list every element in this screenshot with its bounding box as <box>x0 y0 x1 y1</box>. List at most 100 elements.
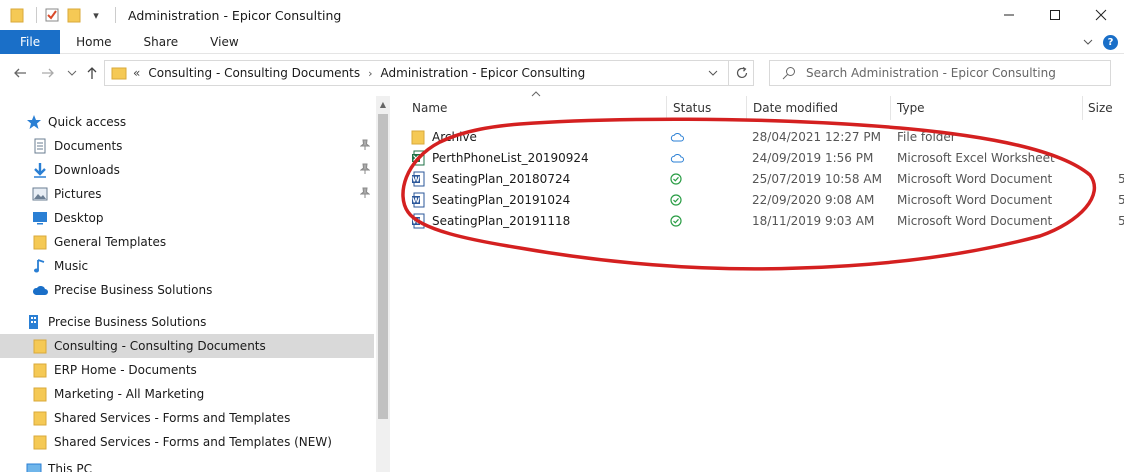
file-date: 22/09/2020 9:08 AM <box>752 192 875 207</box>
close-button[interactable] <box>1078 0 1124 30</box>
refresh-icon <box>736 66 747 79</box>
pin-icon[interactable] <box>359 163 371 178</box>
maximize-button[interactable] <box>1032 0 1078 30</box>
column-header-size[interactable]: Size <box>1088 96 1113 120</box>
breadcrumb-item-consulting[interactable]: Consulting - Consulting Documents <box>148 66 360 80</box>
sort-ascending-icon <box>531 90 541 100</box>
file-type: File folder <box>897 129 956 144</box>
column-header-status[interactable]: Status <box>673 96 711 120</box>
tab-file[interactable]: File <box>0 29 61 54</box>
properties-icon[interactable] <box>43 6 61 24</box>
scrollbar-thumb[interactable] <box>378 114 388 419</box>
pin-icon[interactable] <box>359 139 371 154</box>
help-icon[interactable]: ? <box>1103 34 1118 50</box>
word-icon: W <box>410 171 426 187</box>
word-icon: W <box>410 192 426 208</box>
folder-app-icon <box>8 6 26 24</box>
search-box[interactable]: Search Administration - Epicor Consultin… <box>769 60 1111 86</box>
tab-home[interactable]: Home <box>60 30 127 54</box>
chevron-down-icon <box>708 70 718 76</box>
synced-status-icon <box>670 210 682 231</box>
nav-item-general-templates[interactable]: General Templates <box>0 230 374 254</box>
pc-icon <box>26 462 42 472</box>
minimize-button[interactable] <box>986 0 1032 30</box>
nav-item-label: General Templates <box>54 235 167 249</box>
column-divider[interactable] <box>666 96 667 120</box>
nav-item-label: Documents <box>54 139 123 153</box>
breadcrumb-separator[interactable]: › <box>368 67 372 80</box>
nav-item-marketing[interactable]: Marketing - All Marketing <box>0 382 374 406</box>
navigation-scrollbar[interactable]: ▲ <box>376 96 390 472</box>
nav-item-label: Precise Business Solutions <box>48 315 207 329</box>
file-name-cell: Archive <box>410 126 477 147</box>
breadcrumb-item-administration[interactable]: Administration - Epicor Consulting <box>381 66 586 80</box>
address-history-dropdown[interactable] <box>700 61 726 85</box>
folder-icon <box>32 362 48 378</box>
address-bar[interactable]: « Consulting - Consulting Documents › Ad… <box>104 60 754 86</box>
file-row[interactable]: Archive 28/04/2021 12:27 PM File folder <box>410 126 1124 147</box>
nav-item-shared-services-new[interactable]: Shared Services - Forms and Templates (N… <box>0 430 374 454</box>
back-button[interactable] <box>8 61 32 85</box>
column-divider[interactable] <box>746 96 747 120</box>
ribbon-tabs: File Home Share View ? <box>0 29 1124 54</box>
new-folder-icon[interactable] <box>65 6 83 24</box>
file-name: PerthPhoneList_20190924 <box>432 150 589 165</box>
file-type: Microsoft Excel Worksheet <box>897 150 1055 165</box>
file-size: 5 <box>1118 171 1124 186</box>
column-header-type[interactable]: Type <box>897 96 925 120</box>
folder-icon <box>32 338 48 354</box>
file-row[interactable]: W SeatingPlan_20180724 25/07/2019 10:58 … <box>410 168 1124 189</box>
tab-share[interactable]: Share <box>128 30 195 54</box>
nav-item-this-pc[interactable]: This PC <box>0 462 374 472</box>
file-row[interactable]: PerthPhoneList_20190924 24/09/2019 1:56 … <box>410 147 1124 168</box>
nav-item-label: Marketing - All Marketing <box>54 387 205 401</box>
title-bar: ▾ Administration - Epicor Consulting <box>0 0 1124 30</box>
chevron-down-icon <box>67 70 77 76</box>
nav-item-label: Quick access <box>48 115 127 129</box>
column-divider[interactable] <box>1082 96 1083 120</box>
file-name: SeatingPlan_20180724 <box>432 171 571 186</box>
nav-item-label: Precise Business Solutions <box>54 283 213 297</box>
breadcrumb-overflow[interactable]: « <box>133 66 140 80</box>
nav-item-music[interactable]: Music <box>0 254 374 278</box>
nav-item-shared-services[interactable]: Shared Services - Forms and Templates <box>0 406 374 430</box>
column-header-name[interactable]: Name <box>412 96 447 120</box>
nav-item-quick-access[interactable]: Quick access <box>0 110 374 134</box>
nav-item-downloads[interactable]: Downloads <box>0 158 374 182</box>
expand-ribbon-icon[interactable] <box>1083 37 1093 47</box>
forward-button[interactable] <box>36 61 60 85</box>
column-divider[interactable] <box>890 96 891 120</box>
file-name-cell: W SeatingPlan_20191118 <box>410 210 570 231</box>
nav-item-label: ERP Home - Documents <box>54 363 197 377</box>
file-row[interactable]: W SeatingPlan_20191024 22/09/2020 9:08 A… <box>410 189 1124 210</box>
cloud-status-icon <box>670 126 684 147</box>
pin-icon[interactable] <box>359 187 371 202</box>
scroll-up-icon[interactable]: ▲ <box>378 98 388 110</box>
nav-item-consulting[interactable]: Consulting - Consulting Documents <box>0 334 374 358</box>
cloud-icon <box>32 282 48 298</box>
cloud-status-icon <box>670 147 684 168</box>
nav-item-label: Downloads <box>54 163 120 177</box>
nav-item-pictures[interactable]: Pictures <box>0 182 374 206</box>
nav-item-label: This PC <box>48 462 92 472</box>
tab-view[interactable]: View <box>194 30 254 54</box>
nav-item-desktop[interactable]: Desktop <box>0 206 374 230</box>
nav-item-label: Consulting - Consulting Documents <box>54 339 266 353</box>
arrow-left-icon <box>14 68 26 78</box>
customize-toolbar-dropdown[interactable]: ▾ <box>87 6 105 24</box>
nav-item-precise-business-solutions[interactable]: Precise Business Solutions <box>0 310 374 334</box>
refresh-button[interactable] <box>728 61 754 85</box>
folder-icon <box>32 410 48 426</box>
column-header-date-modified[interactable]: Date modified <box>753 96 838 120</box>
up-button[interactable] <box>80 61 104 85</box>
folder-icon <box>32 434 48 450</box>
svg-text:W: W <box>412 196 420 204</box>
nav-item-onedrive[interactable]: Precise Business Solutions <box>0 278 374 302</box>
arrow-up-icon <box>87 67 97 79</box>
file-row[interactable]: W SeatingPlan_20191118 18/11/2019 9:03 A… <box>410 210 1124 231</box>
search-icon <box>782 67 795 80</box>
nav-item-erp-home[interactable]: ERP Home - Documents <box>0 358 374 382</box>
star-icon <box>26 114 42 130</box>
nav-item-documents[interactable]: Documents <box>0 134 374 158</box>
file-date: 24/09/2019 1:56 PM <box>752 150 874 165</box>
